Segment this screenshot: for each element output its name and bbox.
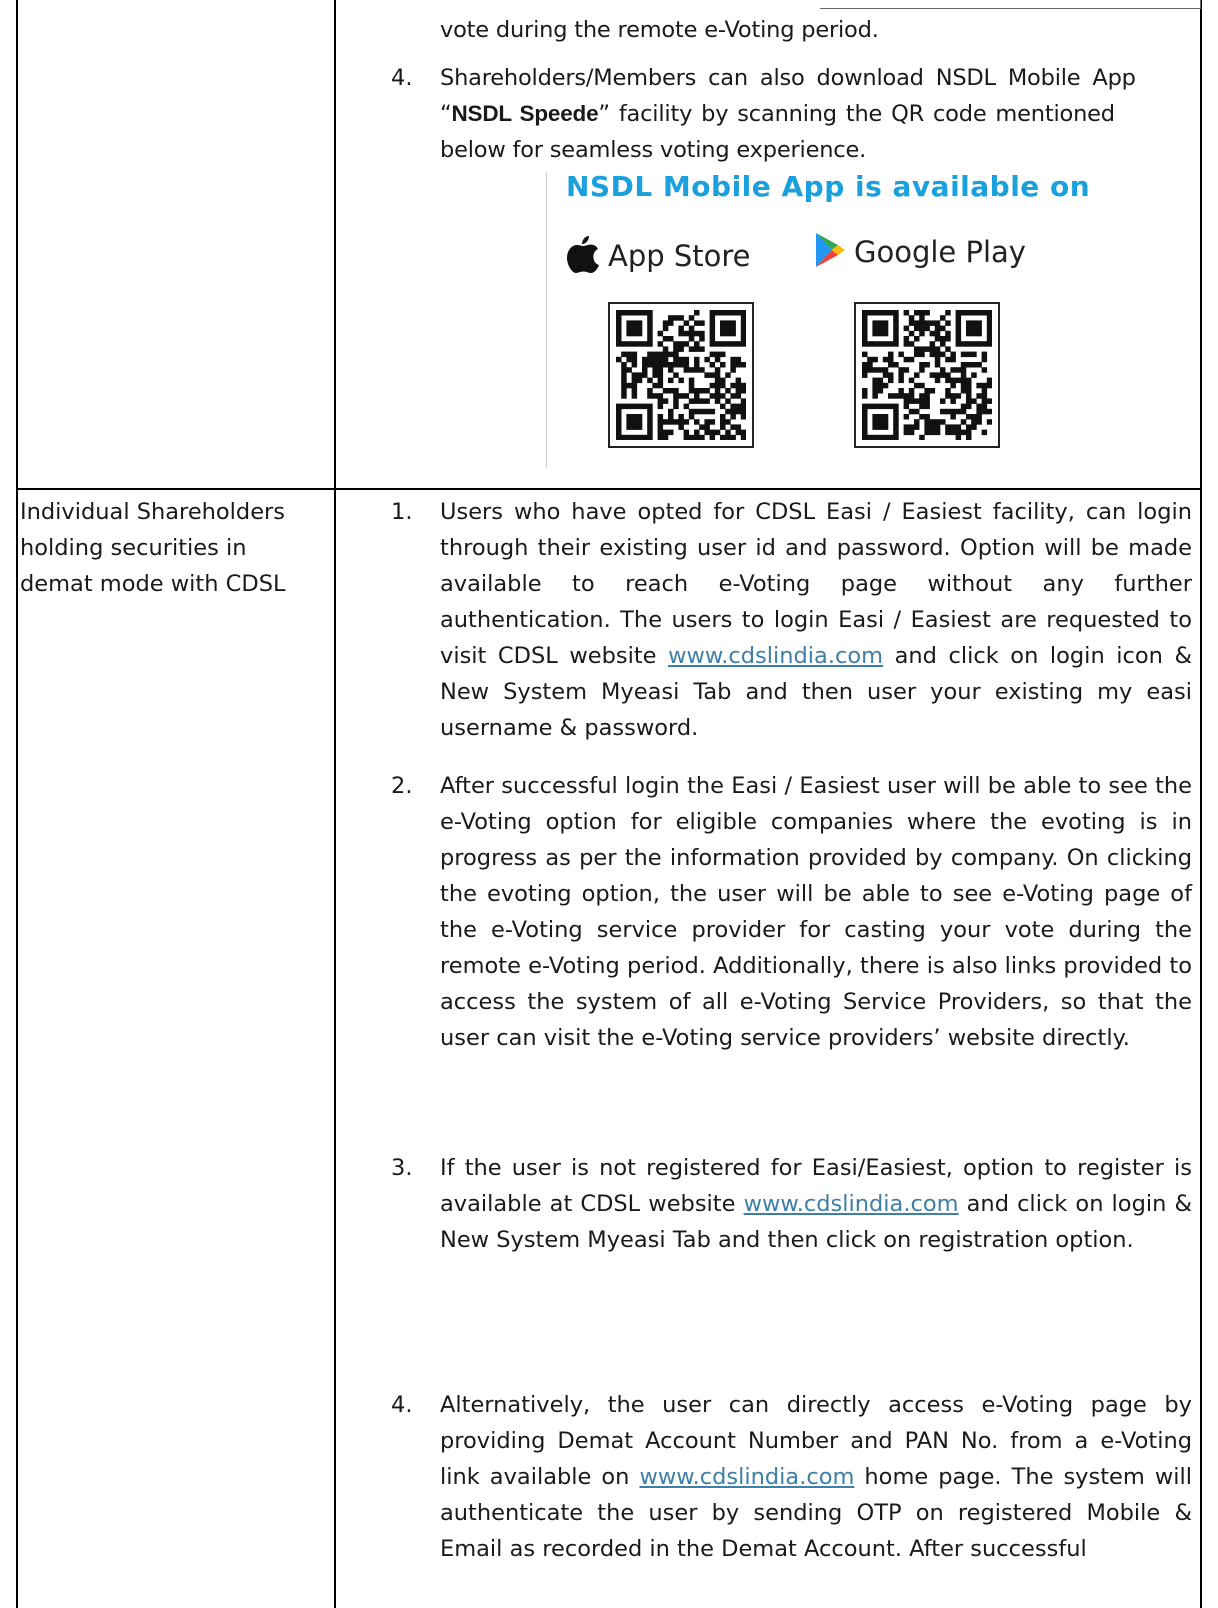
cdsl-item-4-number: 4. — [391, 1392, 413, 1418]
cdsl-item-3-number: 3. — [391, 1155, 413, 1181]
cdsl-item-3-text: If the user is not registered for Easi/E… — [440, 1150, 1192, 1258]
qr-code-icon — [862, 310, 992, 440]
google-play-label: Google Play — [854, 235, 1026, 269]
table-border-left — [16, 0, 18, 1608]
nsdl-trailing-line: vote during the remote e-Voting period. — [440, 17, 879, 43]
clipped-header-remnant — [820, 0, 1201, 9]
app-store-qr-code — [608, 302, 754, 448]
nsdl-item-4-number: 4. — [391, 65, 413, 91]
promo-divider — [546, 172, 547, 468]
nsdl-speede-app-name: NSDL Speede — [451, 101, 599, 126]
cdsl-label-line: demat mode with CDSL — [20, 571, 286, 597]
apple-icon — [566, 234, 600, 278]
cdsl-website-link[interactable]: www.cdslindia.com — [668, 643, 883, 669]
google-play-badge[interactable]: Google Play — [814, 230, 1026, 274]
table-border-divider — [334, 0, 336, 1608]
cdsl-website-link[interactable]: www.cdslindia.com — [744, 1191, 959, 1217]
promo-title: NSDL Mobile App is available on — [566, 170, 1091, 203]
table-row-separator — [16, 488, 1202, 490]
cdsl-label-line: holding securities in — [20, 535, 247, 561]
cdsl-item-1-number: 1. — [391, 499, 413, 525]
cdsl-label-line: Individual Shareholders — [20, 499, 286, 525]
cdsl-row-label: Individual Shareholders holding securiti… — [20, 494, 320, 602]
quote-rest: ” facility by scanning the QR code menti… — [598, 101, 1115, 127]
nsdl-item-4-line-2: “NSDL Speede” facility by scanning the Q… — [440, 96, 1115, 132]
nsdl-item-4-line-3: below for seamless voting experience. — [440, 137, 867, 163]
nsdl-mobile-app-promo: NSDL Mobile App is available on App Stor… — [546, 164, 1090, 468]
cdsl-item-4-text: Alternatively, the user can directly acc… — [440, 1387, 1192, 1567]
app-store-label: App Store — [608, 239, 751, 273]
cdsl-item-1-text: Users who have opted for CDSL Easi / Eas… — [440, 494, 1192, 746]
nsdl-item-4-line-1: Shareholders/Members can also download N… — [440, 65, 1136, 91]
qr-code-icon — [616, 310, 746, 440]
google-play-icon — [814, 232, 846, 272]
cdsl-item-2-number: 2. — [391, 773, 413, 799]
table-border-right — [1200, 0, 1202, 1608]
quote-open: “ — [440, 101, 452, 127]
app-store-badge[interactable]: App Store — [566, 234, 751, 278]
cdsl-website-link[interactable]: www.cdslindia.com — [639, 1464, 854, 1490]
google-play-qr-code — [854, 302, 1000, 448]
cdsl-item-2-text: After successful login the Easi / Easies… — [440, 773, 1192, 1051]
